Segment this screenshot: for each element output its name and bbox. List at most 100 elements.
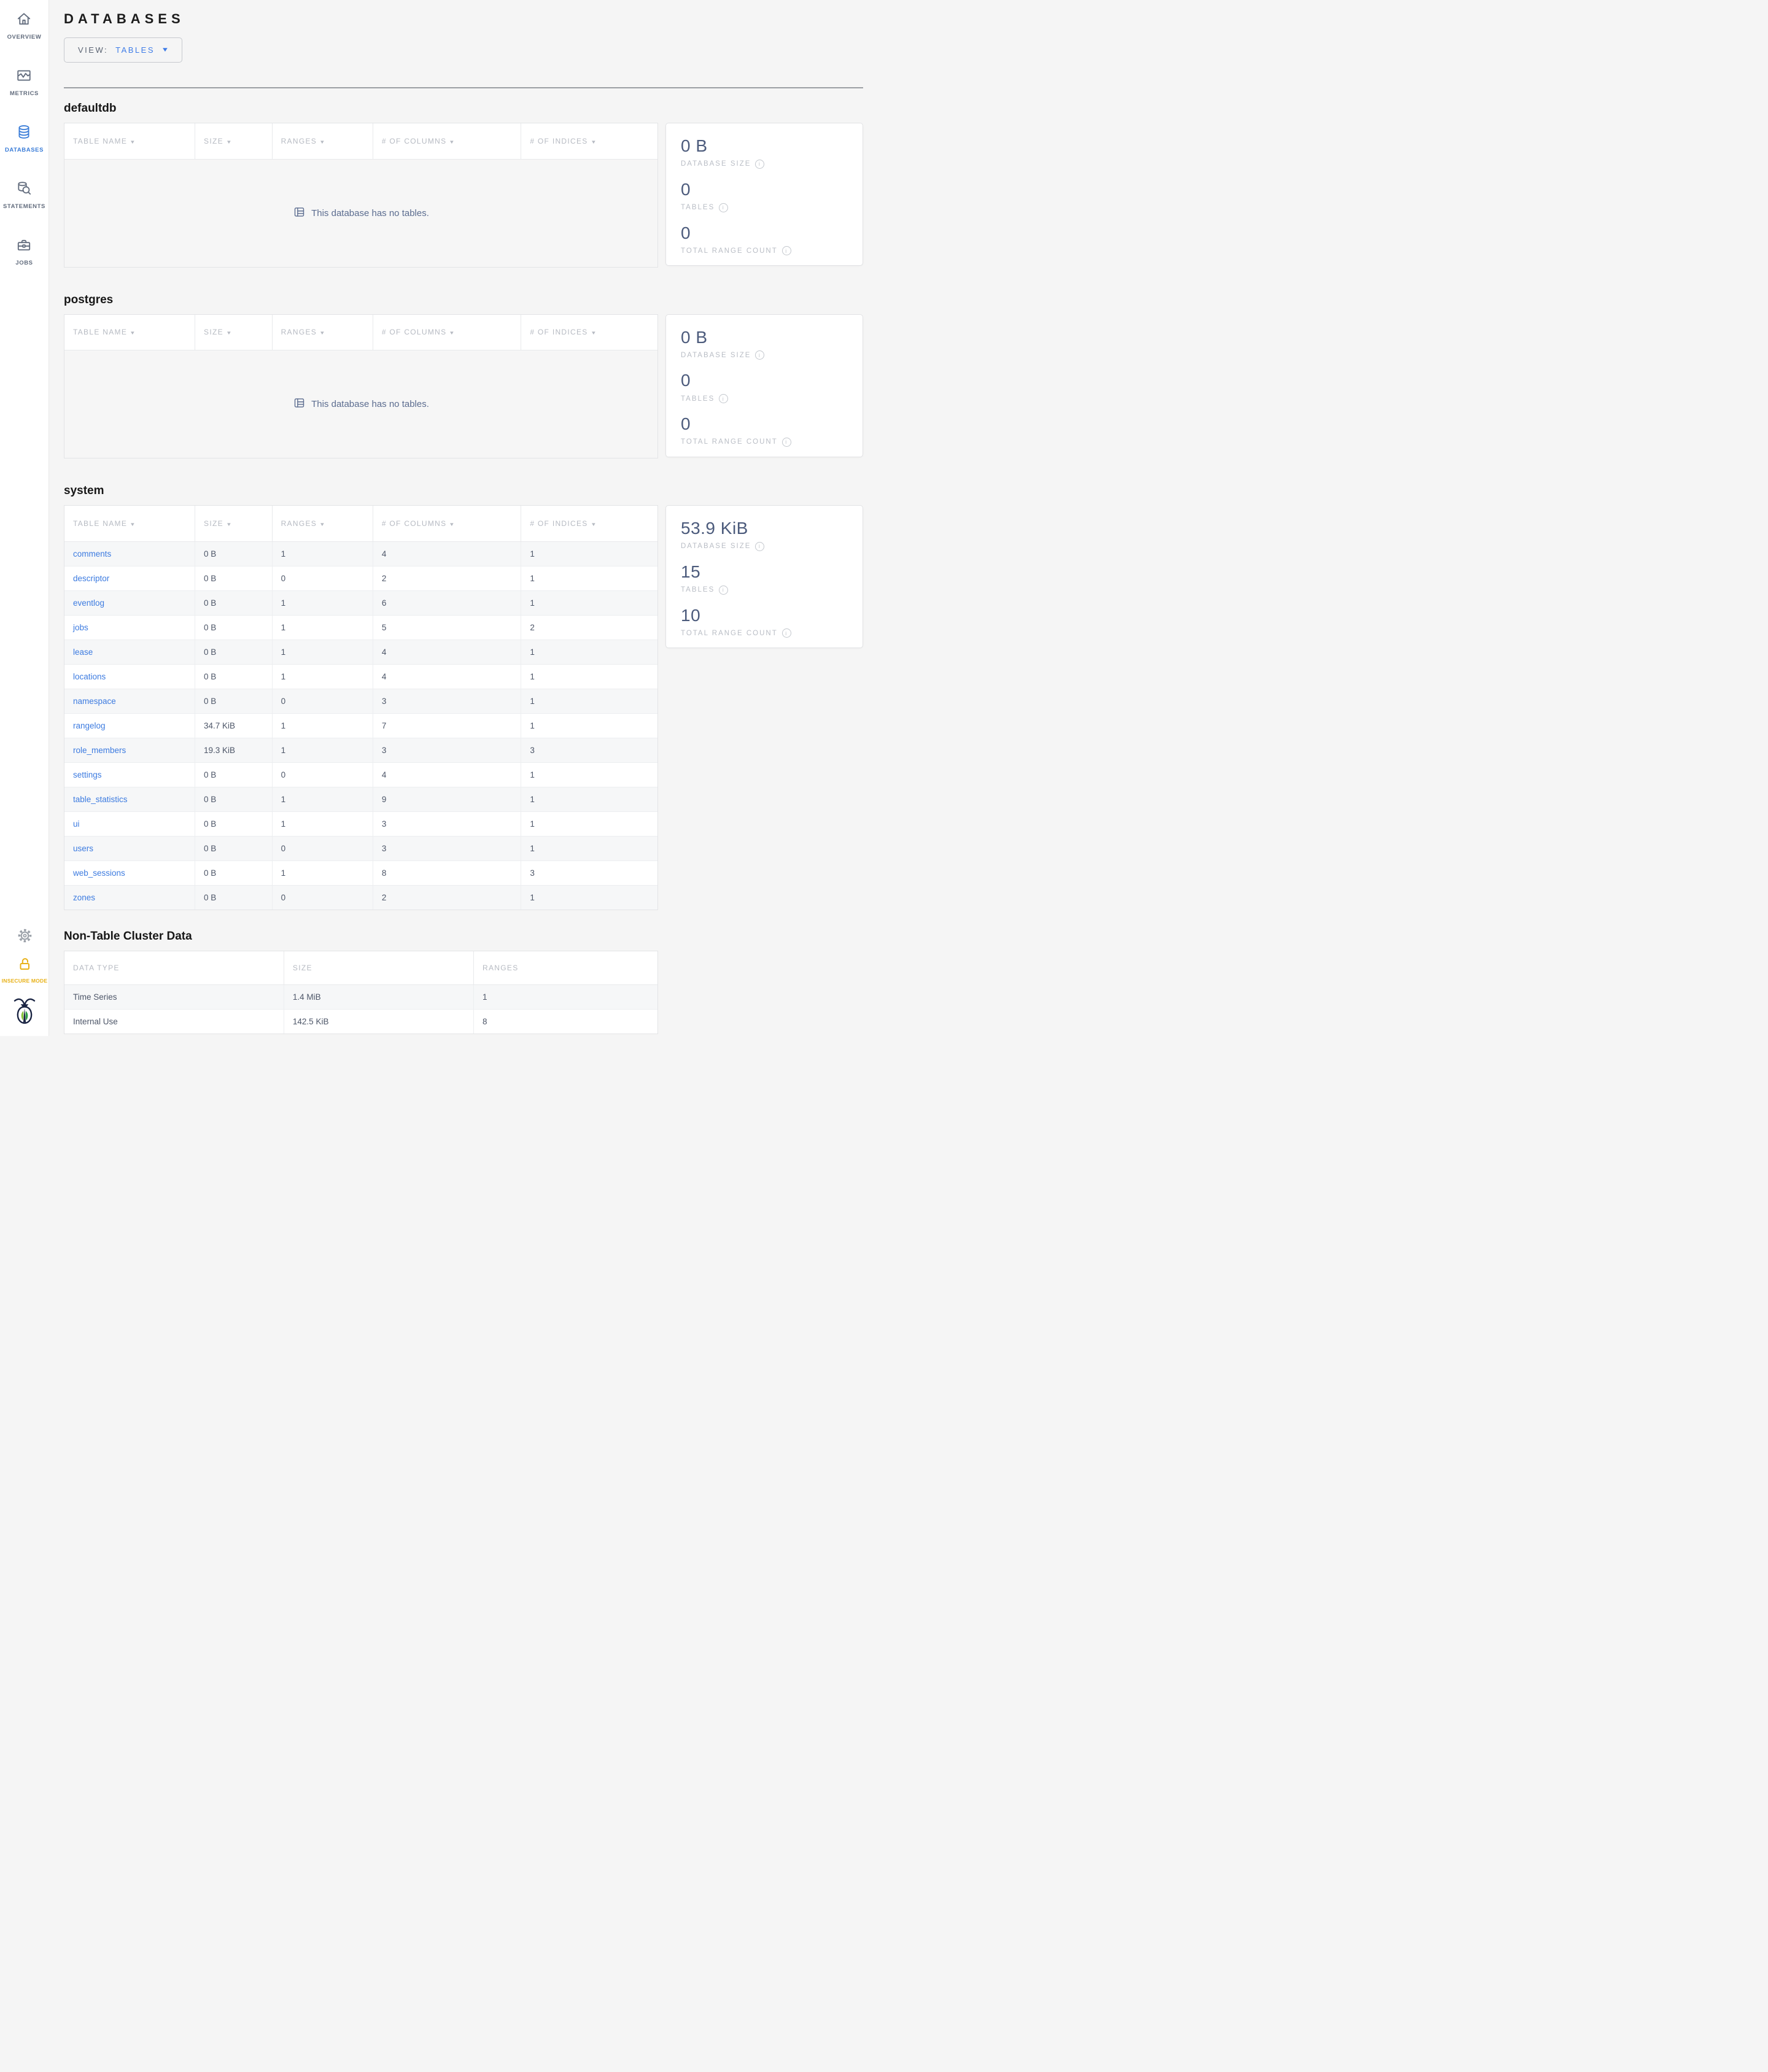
stat-range-count: 0 TOTAL RANGE COUNT i	[681, 414, 848, 447]
db-table: TABLE NAME ▼ SIZE ▼ RANGES ▼ # OF COLUMNS ▼ …	[64, 123, 658, 268]
cell-ranges: 0	[272, 836, 373, 861]
table-name-link[interactable]: jobs	[73, 623, 88, 632]
cell-ranges: 1	[272, 860, 373, 886]
cell-indices: 1	[521, 566, 657, 591]
cell-columns: 3	[373, 811, 522, 837]
cell-columns: 3	[373, 836, 522, 861]
stat-database-size: 53.9 KiB DATABASE SIZE i	[681, 519, 848, 551]
stat-value: 0	[681, 414, 691, 434]
sidebar-item-overview[interactable]: OVERVIEW	[7, 11, 42, 41]
table-name-link[interactable]: table_statistics	[73, 795, 128, 804]
sort-arrow-icon: ▼	[449, 330, 456, 336]
sidebar-item-statements[interactable]: STATEMENTS	[3, 180, 45, 210]
info-icon[interactable]: i	[719, 585, 729, 595]
sidebar: OVERVIEW METRICS DATABASES STATEMENTS JO…	[0, 0, 49, 1036]
column-header-size[interactable]: SIZE ▼	[195, 314, 273, 350]
table-name-link[interactable]: locations	[73, 672, 106, 681]
table-name-link[interactable]: rangelog	[73, 721, 106, 730]
sidebar-footer: INSECURE MODE	[0, 927, 49, 1027]
table-name-link[interactable]: settings	[73, 770, 102, 779]
sort-arrow-icon: ▼	[449, 521, 456, 527]
cell-columns: 6	[373, 590, 522, 616]
table-name-link[interactable]: namespace	[73, 697, 116, 706]
stat-value: 53.9 KiB	[681, 519, 748, 538]
database-icon	[16, 124, 32, 143]
data-type-cell: Internal Use	[64, 1009, 284, 1034]
column-header-table-name[interactable]: TABLE NAME ▼	[64, 123, 196, 160]
table-name-link[interactable]: ui	[73, 819, 80, 829]
cell-columns: 8	[373, 860, 522, 886]
info-icon[interactable]: i	[755, 541, 765, 551]
db-section-defaultdb: defaultdb TABLE NAME ▼ SIZE ▼ RANGES ▼ # OF…	[64, 102, 863, 268]
info-icon[interactable]: i	[755, 350, 765, 360]
databases-page: OVERVIEW METRICS DATABASES STATEMENTS JO…	[0, 0, 884, 1053]
column-header-size[interactable]: SIZE ▼	[195, 123, 273, 160]
column-header-indices[interactable]: # OF INDICES ▼	[521, 123, 657, 160]
info-icon[interactable]: i	[755, 159, 765, 169]
info-icon[interactable]: i	[781, 628, 791, 638]
column-header-ranges: RANGES	[473, 951, 657, 985]
sidebar-item-label: OVERVIEW	[7, 34, 42, 41]
cell-size: 1.4 MiB	[284, 984, 475, 1010]
cell-columns: 2	[373, 566, 522, 591]
sort-arrow-icon: ▼	[130, 330, 137, 336]
stat-value: 0 B	[681, 136, 708, 155]
info-icon[interactable]: i	[781, 246, 791, 256]
table-row: locations 0 B 1 4 1	[64, 664, 657, 689]
table-row: ui 0 B 1 3 1	[64, 811, 657, 837]
cell-ranges: 1	[473, 984, 657, 1010]
cell-indices: 1	[521, 541, 657, 566]
table-name-link[interactable]: descriptor	[73, 574, 109, 583]
info-icon[interactable]: i	[719, 394, 729, 404]
table-name-link[interactable]: eventlog	[73, 598, 104, 608]
column-header-ranges[interactable]: RANGES ▼	[272, 314, 373, 350]
sort-arrow-icon: ▼	[225, 139, 233, 145]
table-name-link[interactable]: comments	[73, 549, 111, 559]
empty-message: This database has no tables.	[311, 399, 429, 409]
info-icon[interactable]: i	[781, 437, 791, 447]
cell-ranges: 1	[272, 811, 373, 837]
column-header-indices[interactable]: # OF INDICES ▼	[521, 314, 657, 350]
table-name-link[interactable]: lease	[73, 648, 93, 657]
cockroach-logo[interactable]	[12, 996, 37, 1027]
column-header-columns[interactable]: # OF COLUMNS ▼	[373, 314, 522, 350]
column-header-table-name[interactable]: TABLE NAME ▼	[64, 506, 196, 542]
data-type-cell: Time Series	[64, 984, 284, 1010]
table-name-link[interactable]: role_members	[73, 746, 126, 755]
cell-columns: 4	[373, 541, 522, 566]
table-name-link[interactable]: web_sessions	[73, 868, 125, 878]
sidebar-item-jobs[interactable]: JOBS	[15, 237, 33, 266]
table-row: jobs 0 B 1 5 2	[64, 615, 657, 640]
cell-indices: 2	[521, 615, 657, 640]
insecure-mode-link[interactable]: INSECURE MODE	[2, 957, 47, 984]
cell-size: 0 B	[195, 885, 273, 910]
table-row: Internal Use 142.5 KiB 8	[64, 1009, 657, 1034]
column-header-columns[interactable]: # OF COLUMNS ▼	[373, 123, 522, 160]
info-icon[interactable]: i	[719, 203, 729, 212]
cell-size: 0 B	[195, 787, 273, 812]
cell-indices: 3	[521, 860, 657, 886]
sidebar-item-label: DATABASES	[4, 147, 44, 153]
column-header-table-name[interactable]: TABLE NAME ▼	[64, 314, 196, 350]
column-header-ranges[interactable]: RANGES ▼	[272, 506, 373, 542]
table-name-link[interactable]: zones	[73, 893, 95, 902]
view-dropdown[interactable]: VIEW: TABLES ▼	[64, 37, 182, 63]
column-header-columns[interactable]: # OF COLUMNS ▼	[373, 506, 522, 542]
column-header-size[interactable]: SIZE ▼	[195, 506, 273, 542]
table-name-link[interactable]: users	[73, 844, 93, 853]
cell-ranges: 1	[272, 664, 373, 689]
column-header-indices[interactable]: # OF INDICES ▼	[521, 506, 657, 542]
sort-arrow-icon: ▼	[225, 521, 233, 527]
table-row: role_members 19.3 KiB 1 3 3	[64, 738, 657, 763]
unlock-icon	[17, 957, 32, 975]
cell-columns: 2	[373, 885, 522, 910]
table-row: descriptor 0 B 0 2 1	[64, 566, 657, 591]
column-header-ranges[interactable]: RANGES ▼	[272, 123, 373, 160]
sidebar-item-metrics[interactable]: METRICS	[10, 68, 39, 97]
gear-icon[interactable]	[17, 927, 33, 947]
sidebar-item-databases[interactable]: DATABASES	[5, 124, 44, 153]
cell-size: 0 B	[195, 640, 273, 665]
table-row: settings 0 B 0 4 1	[64, 762, 657, 787]
sort-arrow-icon: ▼	[590, 521, 597, 527]
cell-columns: 5	[373, 615, 522, 640]
